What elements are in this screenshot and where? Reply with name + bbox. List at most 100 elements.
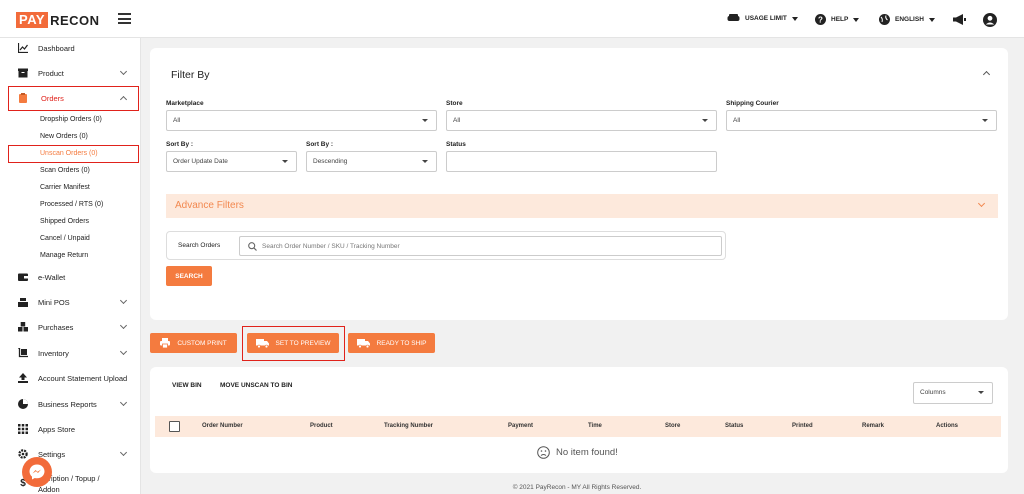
select-all-checkbox[interactable]: [169, 421, 180, 432]
sidebar-item-inventory[interactable]: Inventory: [0, 344, 141, 362]
caret-down-icon: [978, 391, 984, 394]
caret-down-icon: [853, 17, 860, 22]
sidebar-item-label: Apps Store: [38, 424, 76, 434]
th-time[interactable]: Time: [588, 423, 602, 429]
th-payment[interactable]: Payment: [508, 423, 533, 429]
sort-by-order-label: Sort By :: [306, 141, 334, 148]
search-input[interactable]: Search Order Number / SKU / Tracking Num…: [239, 236, 722, 256]
cash-register-icon: [18, 298, 28, 307]
sidebar-subitem-new-orders[interactable]: New Orders (0): [40, 133, 88, 140]
language-menu[interactable]: ENGLISH: [879, 14, 935, 25]
top-bar: PAY RECON USAGE LIMIT ? HELP ENGLISH: [0, 0, 1024, 38]
ready-to-ship-button[interactable]: READY TO SHIP: [348, 333, 435, 353]
messenger-chat-button[interactable]: [22, 457, 52, 487]
language-label: ENGLISH: [895, 16, 924, 23]
advance-filters-label: Advance Filters: [175, 200, 244, 211]
marketplace-value: All: [173, 117, 181, 124]
store-label: Store: [446, 100, 463, 107]
custom-print-button[interactable]: CUSTOM PRINT: [150, 333, 237, 353]
view-bin-tab[interactable]: VIEW BIN: [172, 382, 202, 389]
usage-limit-label: USAGE LIMIT: [745, 15, 787, 22]
sidebar-item-label: e-Wallet: [38, 272, 66, 282]
th-status[interactable]: Status: [725, 423, 743, 429]
help-label: HELP: [831, 16, 849, 23]
sidebar-item-label: Business Reports: [38, 399, 97, 409]
store-select[interactable]: All: [446, 110, 717, 131]
help-menu[interactable]: ? HELP: [815, 14, 860, 25]
sidebar-subitem-scan-orders[interactable]: Scan Orders (0): [40, 167, 90, 174]
sidebar-item-dashboard[interactable]: Dashboard: [0, 39, 141, 57]
messenger-icon: [29, 464, 45, 480]
th-order-number[interactable]: Order Number: [202, 423, 243, 429]
sidebar-item-label: Dashboard: [38, 43, 75, 53]
status-label: Status: [446, 141, 466, 148]
sidebar-subitem-processed[interactable]: Processed / RTS (0): [40, 201, 103, 208]
custom-print-label: CUSTOM PRINT: [177, 339, 227, 347]
sidebar-item-product[interactable]: Product: [0, 64, 141, 82]
sidebar-item-account-statement[interactable]: Account Statement Upload: [0, 369, 141, 387]
marketplace-label: Marketplace: [166, 100, 204, 107]
boxes-icon: [18, 322, 28, 332]
store-value: All: [453, 117, 461, 124]
megaphone-icon[interactable]: [953, 14, 966, 25]
caret-down-icon: [791, 16, 798, 21]
th-printed[interactable]: Printed: [792, 423, 813, 429]
search-icon: [248, 242, 257, 251]
hamburger-menu-icon[interactable]: [118, 13, 131, 24]
sad-face-icon: [537, 446, 550, 459]
courier-label: Shipping Courier: [726, 100, 779, 107]
advance-filters-toggle[interactable]: Advance Filters: [166, 194, 998, 218]
empty-state-text: No item found!: [556, 447, 618, 458]
th-store[interactable]: Store: [665, 423, 680, 429]
sidebar-item-business-reports[interactable]: Business Reports: [0, 395, 141, 413]
move-unscan-to-bin-tab[interactable]: MOVE UNSCAN TO BIN: [220, 382, 292, 389]
th-tracking-number[interactable]: Tracking Number: [384, 423, 433, 429]
sidebar-item-label: Mini POS: [38, 297, 70, 307]
usage-limit-menu[interactable]: USAGE LIMIT: [727, 14, 798, 23]
line-chart-icon: [18, 43, 28, 53]
caret-down-icon: [422, 119, 428, 122]
payrecon-logo[interactable]: PAY RECON: [16, 12, 100, 28]
sidebar-subitem-shipped[interactable]: Shipped Orders: [40, 218, 89, 225]
sidebar-item-label: Product: [38, 68, 64, 78]
sidebar-subitem-dropship[interactable]: Dropship Orders (0): [40, 116, 102, 123]
search-button[interactable]: SEARCH: [166, 266, 212, 286]
sidebar-item-label: Purchases: [38, 322, 74, 332]
status-input[interactable]: [446, 151, 717, 172]
sidebar-item-ewallet[interactable]: e-Wallet: [0, 268, 141, 286]
sidebar-item-apps-store[interactable]: Apps Store: [0, 420, 141, 438]
sidebar-subitem-carrier-manifest[interactable]: Carrier Manifest: [40, 184, 90, 191]
marketplace-select[interactable]: All: [166, 110, 437, 131]
sidebar-item-label: Inventory: [38, 348, 69, 358]
wallet-icon: [18, 273, 28, 281]
columns-value: Columns: [920, 389, 946, 396]
user-account-icon[interactable]: [983, 13, 997, 27]
search-button-label: SEARCH: [175, 272, 203, 280]
caret-down-icon: [928, 17, 935, 22]
sidebar-item-settings[interactable]: Settings: [0, 445, 141, 463]
filter-title: Filter By: [171, 69, 210, 81]
truck-icon: [356, 338, 370, 348]
upload-icon: [18, 373, 28, 383]
th-product[interactable]: Product: [310, 423, 333, 429]
svg-text:?: ?: [818, 15, 823, 24]
courier-select[interactable]: All: [726, 110, 997, 131]
sort-by-order-select[interactable]: Descending: [306, 151, 437, 172]
table-header: Order Number Product Tracking Number Pay…: [155, 416, 1001, 437]
sort-by-field-select[interactable]: Order Update Date: [166, 151, 297, 172]
sidebar-subitem-manage-return[interactable]: Manage Return: [40, 252, 88, 259]
search-placeholder: Search Order Number / SKU / Tracking Num…: [262, 243, 400, 250]
sidebar-subitem-cancel[interactable]: Cancel / Unpaid: [40, 235, 90, 242]
footer-copyright: © 2021 PayRecon - MY All Rights Reserved…: [512, 484, 642, 491]
chevron-down-icon: [119, 296, 128, 305]
th-remark[interactable]: Remark: [862, 423, 884, 429]
filter-card: [150, 48, 1008, 320]
highlight-box-unscan: [8, 145, 139, 163]
sidebar-item-purchases[interactable]: Purchases: [0, 318, 141, 336]
search-orders-group: Search Orders Search Order Number / SKU …: [166, 231, 726, 260]
search-orders-label: Search Orders: [178, 242, 221, 249]
columns-select[interactable]: Columns: [913, 382, 993, 404]
th-actions[interactable]: Actions: [936, 423, 958, 429]
ready-to-ship-label: READY TO SHIP: [376, 339, 427, 347]
sidebar-item-minipos[interactable]: Mini POS: [0, 293, 141, 311]
